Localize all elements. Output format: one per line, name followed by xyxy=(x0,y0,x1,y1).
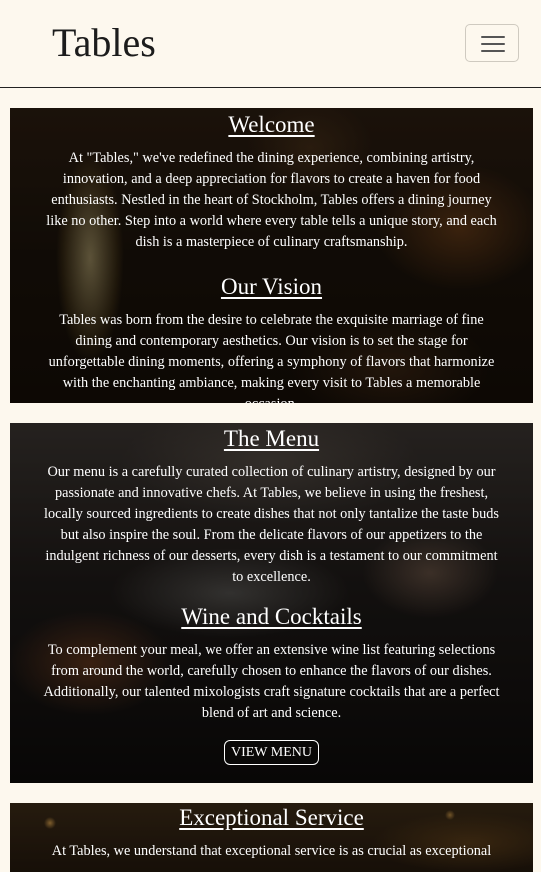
welcome-text: At "Tables," we've redefined the dining … xyxy=(46,150,497,250)
menu-heading: The Menu xyxy=(223,426,320,451)
service-heading: Exceptional Service xyxy=(179,805,364,830)
vision-heading: Our Vision xyxy=(220,274,323,299)
service-card: Exceptional Service At Tables, we unders… xyxy=(10,803,533,872)
vision-text: Tables was born from the desire to celeb… xyxy=(48,312,495,403)
menu-card: The Menu Our menu is a carefully curated… xyxy=(10,423,533,783)
hamburger-icon xyxy=(481,35,505,53)
service-text: At Tables, we understand that exceptiona… xyxy=(51,843,492,859)
brand-logo-text[interactable]: Tables xyxy=(52,19,156,67)
about-card: Welcome At "Tables," we've redefined the… xyxy=(10,108,533,403)
welcome-heading: Welcome xyxy=(228,112,315,137)
menu-text: Our menu is a carefully curated collecti… xyxy=(44,464,499,585)
wine-cocktails-heading: Wine and Cocktails xyxy=(181,604,362,629)
wine-cocktails-text: To complement your meal, we offer an ext… xyxy=(43,642,500,721)
menu-toggle-button[interactable] xyxy=(465,24,519,62)
navbar: Tables xyxy=(0,0,541,88)
view-menu-button[interactable]: VIEW MENU xyxy=(223,740,319,765)
